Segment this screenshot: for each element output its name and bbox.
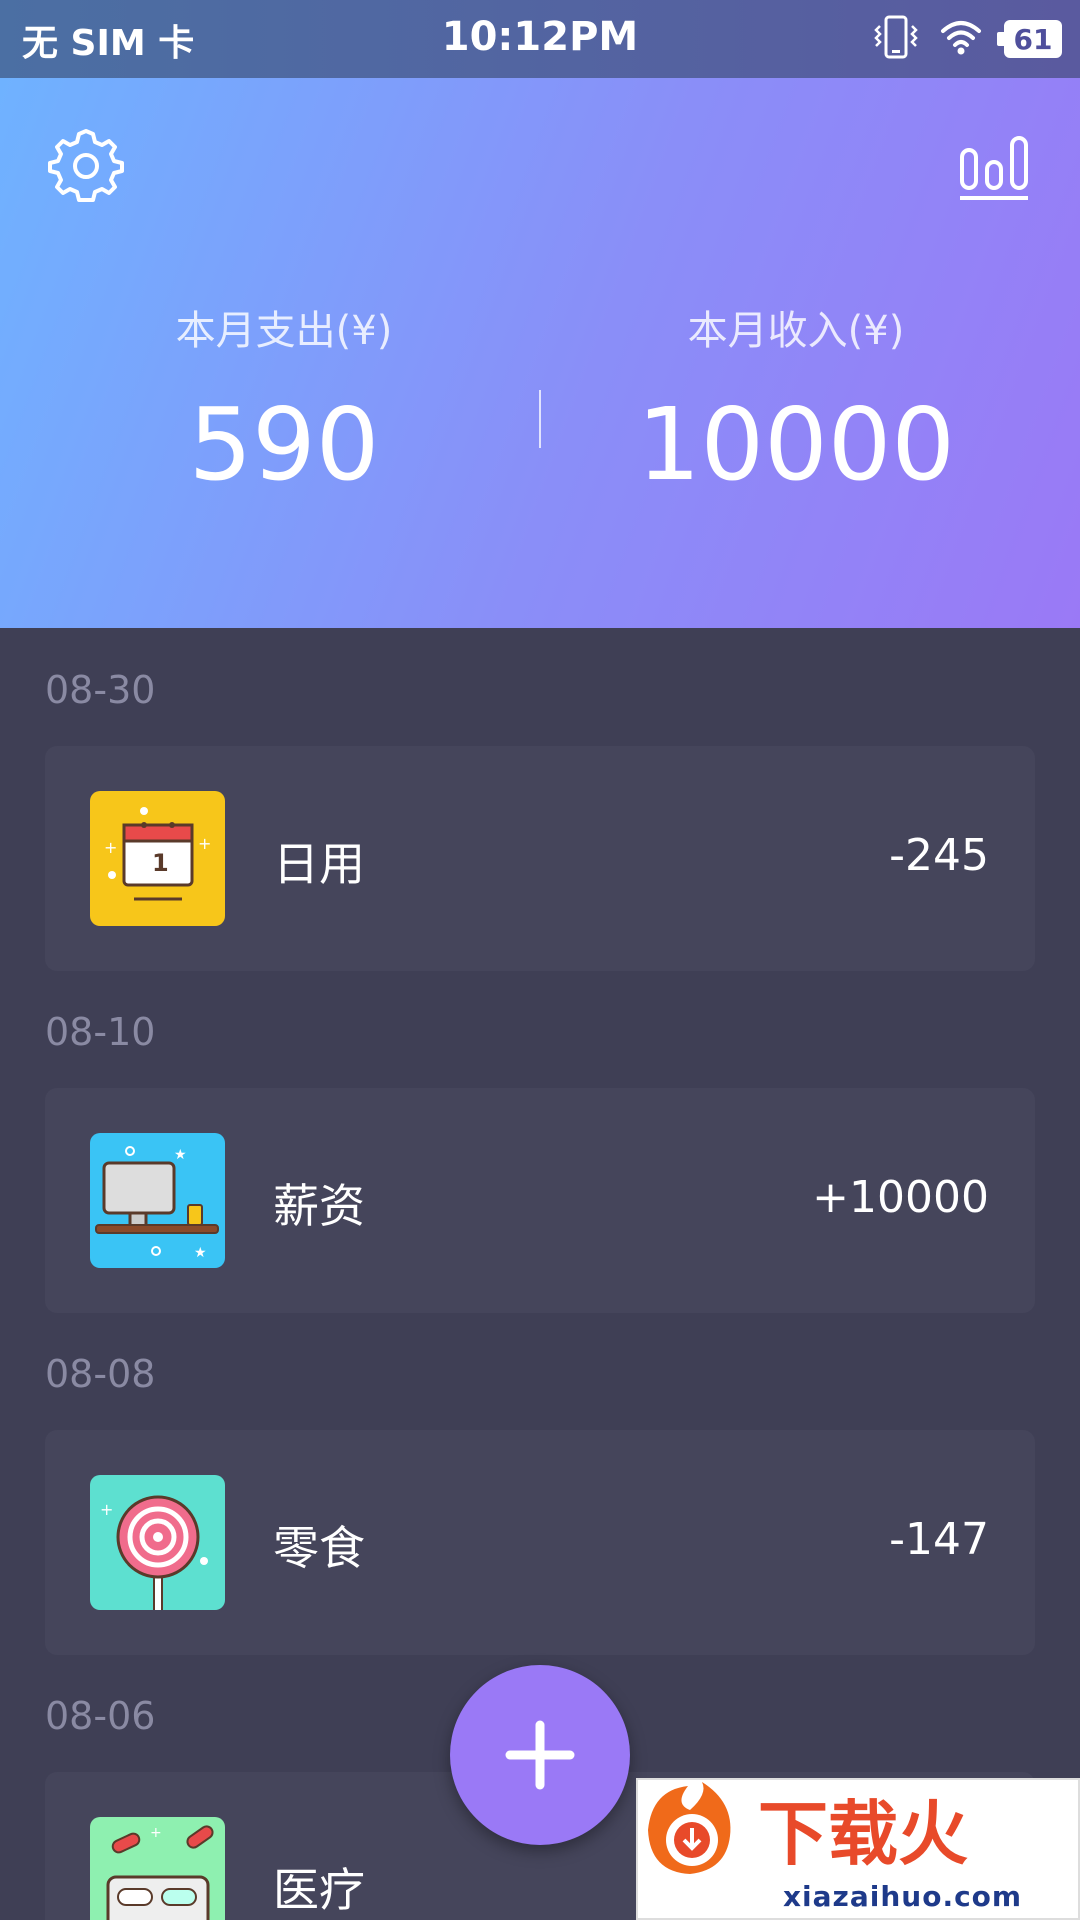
transaction-item[interactable]: 1 + + 日用 -245 <box>45 746 1035 971</box>
watermark-brand: 下载火 <box>758 1793 968 1875</box>
category-name: 日用 <box>273 837 365 891</box>
category-name: 医疗 <box>273 1863 365 1917</box>
date-label: 08-30 <box>45 668 156 712</box>
svg-text:+: + <box>104 838 117 857</box>
gear-icon <box>48 129 124 202</box>
vibrate-icon <box>874 14 918 64</box>
flame-logo-icon: 下载火 <box>648 1782 968 1875</box>
category-name: 薪资 <box>273 1179 365 1233</box>
status-icons: 61 <box>874 12 1062 66</box>
expense-value: 590 <box>188 386 380 503</box>
plus-icon <box>505 1720 575 1790</box>
add-record-button[interactable] <box>450 1665 630 1845</box>
battery-icon: 61 <box>997 20 1062 58</box>
transaction-item[interactable]: + 零食 -147 <box>45 1430 1035 1655</box>
watermark-logo: 下载火 xiazaihuo.com <box>636 1778 1080 1920</box>
bar-chart-icon <box>960 136 1028 200</box>
date-label: 08-08 <box>45 1352 156 1396</box>
transaction-amount: -147 <box>889 1514 989 1565</box>
pills-icon: + <box>90 1817 225 1920</box>
date-label: 08-06 <box>45 1694 156 1738</box>
income-summary: 本月收入(¥) 10000 <box>526 298 1066 503</box>
settings-button[interactable] <box>48 128 124 204</box>
date-label: 08-10 <box>45 1010 156 1054</box>
income-label: 本月收入(¥) <box>687 308 905 354</box>
transaction-item[interactable]: ★ ★ 薪资 +10000 <box>45 1088 1035 1313</box>
calendar-icon: 1 + + <box>90 791 225 926</box>
computer-desk-icon: ★ ★ <box>90 1133 225 1268</box>
wifi-icon <box>940 19 982 59</box>
svg-text:★: ★ <box>174 1147 187 1163</box>
svg-text:★: ★ <box>194 1245 207 1261</box>
transaction-amount: +10000 <box>812 1172 989 1223</box>
category-name: 零食 <box>273 1521 365 1575</box>
expense-label: 本月支出(¥) <box>175 308 393 354</box>
monthly-summary-header: 本月支出(¥) 590 本月收入(¥) 10000 <box>0 78 1080 628</box>
status-bar: 无 SIM 卡 10:12PM 61 <box>0 0 1080 78</box>
watermark-url: xiazaihuo.com <box>783 1880 1023 1913</box>
lollipop-icon: + <box>90 1475 225 1610</box>
svg-text:+: + <box>198 834 211 853</box>
svg-text:+: + <box>100 1500 113 1519</box>
transaction-amount: -245 <box>889 830 989 881</box>
svg-text:1: 1 <box>152 849 169 877</box>
statistics-button[interactable] <box>956 128 1032 204</box>
svg-text:+: + <box>150 1825 162 1841</box>
income-value: 10000 <box>636 386 956 503</box>
expense-summary: 本月支出(¥) 590 <box>14 298 554 503</box>
